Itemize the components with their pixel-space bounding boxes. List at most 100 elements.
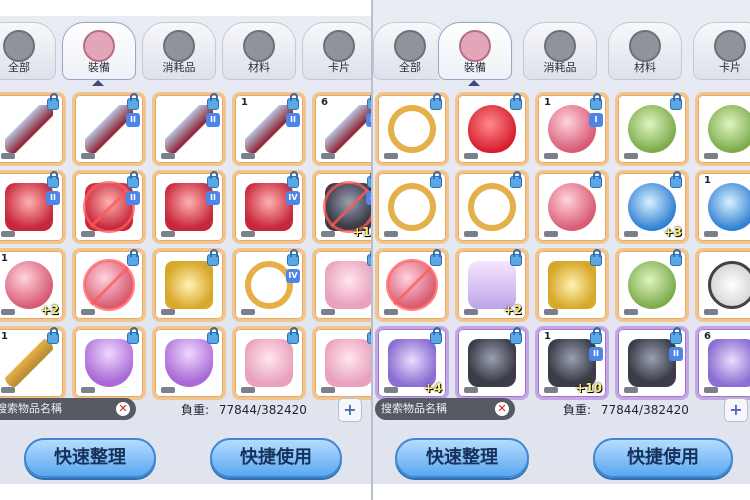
bottom-strip [373, 484, 750, 500]
pink-item-icon [325, 261, 372, 309]
inventory-slot[interactable]: II [0, 170, 66, 244]
inventory-slot[interactable] [455, 326, 529, 400]
tier-badge: II [206, 113, 220, 127]
inventory-slot[interactable] [232, 326, 306, 400]
equipment-slot-icon [384, 387, 398, 393]
equipment-slot-icon [1, 309, 15, 315]
inventory-slot[interactable]: 6 [695, 326, 750, 400]
lock-shackle-icon [673, 327, 681, 335]
inventory-slot[interactable] [152, 248, 226, 322]
expand-inventory-button[interactable]: + [338, 398, 362, 422]
pink-item-icon [325, 339, 372, 387]
quick-sort-button[interactable]: 快速整理 [24, 438, 156, 478]
armor-item-icon [245, 183, 293, 231]
quick-sort-button[interactable]: 快速整理 [395, 438, 529, 478]
inventory-slot[interactable]: 1 [0, 326, 66, 400]
tab-all-label: 全部 [8, 61, 30, 74]
tab-materials[interactable]: 材料 [222, 22, 296, 80]
inventory-slot[interactable] [0, 92, 66, 166]
inventory-slot[interactable] [375, 248, 449, 322]
search-input[interactable] [375, 398, 493, 420]
equipment-slot-icon [544, 309, 558, 315]
inventory-slot[interactable] [375, 92, 449, 166]
close-icon[interactable]: ✕ [495, 402, 509, 416]
tab-equipment[interactable]: 裝備 [438, 22, 512, 80]
lock-shackle-icon [433, 327, 441, 335]
lock-icon [127, 327, 139, 344]
lock-shackle-icon [50, 171, 58, 179]
inventory-slot[interactable]: 6II [312, 92, 372, 166]
inventory-slot[interactable]: +2 [455, 248, 529, 322]
equipment-slot-icon [321, 309, 335, 315]
inventory-slot[interactable]: 1 II [232, 92, 306, 166]
inventory-slot[interactable]: II [72, 170, 146, 244]
helmet-icon [394, 30, 426, 62]
inventory-slot[interactable] [72, 248, 146, 322]
lock-icon [430, 171, 442, 188]
inventory-slot[interactable] [72, 326, 146, 400]
lock-shackle-icon [513, 327, 521, 335]
tab-consumables[interactable]: 消耗品 [523, 22, 597, 80]
inventory-slot[interactable]: 1 [695, 170, 750, 244]
inventory-slot[interactable] [455, 92, 529, 166]
inventory-slot[interactable]: IV [232, 248, 306, 322]
quick-use-button[interactable]: 快捷使用 [593, 438, 733, 478]
inventory-slot[interactable]: II [152, 170, 226, 244]
inventory-slot[interactable]: 1 +2 [0, 248, 66, 322]
green-item-icon [628, 105, 676, 153]
tier-badge: II [206, 191, 220, 205]
equipment-slot-icon [624, 231, 638, 237]
lock-shackle-icon [290, 327, 298, 335]
tab-all[interactable]: 全部 [0, 22, 56, 80]
tab-cards[interactable]: 卡片 [302, 22, 372, 80]
equipment-slot-icon [241, 387, 255, 393]
tab-equipment[interactable]: 裝備 [62, 22, 136, 80]
equipment-slot-icon [161, 387, 175, 393]
inventory-slot[interactable] [695, 92, 750, 166]
lock-shackle-icon [673, 171, 681, 179]
inventory-slot[interactable] [375, 170, 449, 244]
dark-item-icon [628, 339, 676, 387]
tab-all[interactable]: 全部 [373, 22, 447, 80]
inventory-slot[interactable] [615, 248, 689, 322]
tab-cards[interactable]: 卡片 [693, 22, 750, 80]
item-count: 1 [704, 175, 711, 186]
expand-inventory-button[interactable]: + [724, 398, 748, 422]
lock-shackle-icon [50, 327, 58, 335]
close-icon[interactable]: ✕ [116, 402, 130, 416]
inventory-slot[interactable]: IV [232, 170, 306, 244]
inventory-slot[interactable]: II [615, 326, 689, 400]
lock-icon [510, 249, 522, 266]
inventory-slot[interactable] [695, 248, 750, 322]
equipment-slot-icon [704, 153, 718, 159]
lock-icon [510, 93, 522, 110]
inventory-slot[interactable]: II [72, 92, 146, 166]
inventory-slot[interactable] [535, 170, 609, 244]
lock-shackle-icon [593, 327, 601, 335]
tab-consumables-label: 消耗品 [162, 61, 196, 74]
quick-use-button[interactable]: 快捷使用 [210, 438, 342, 478]
tier-badge: II [126, 191, 140, 205]
inventory-slot[interactable] [535, 248, 609, 322]
inventory-slot[interactable] [312, 326, 372, 400]
inventory-slot[interactable] [152, 326, 226, 400]
equipment-slot-icon [241, 231, 255, 237]
inventory-slot[interactable]: II [152, 92, 226, 166]
inventory-slot[interactable]: +3 [615, 170, 689, 244]
refine-level: +4 [423, 381, 442, 395]
lock-shackle-icon [50, 93, 58, 101]
inventory-slot[interactable]: 4+11 [312, 170, 372, 244]
inventory-slot[interactable] [455, 170, 529, 244]
inventory-slot[interactable] [312, 248, 372, 322]
unusable-icon [83, 181, 135, 233]
tab-materials[interactable]: 材料 [608, 22, 682, 80]
equipment-slot-icon [464, 309, 478, 315]
inventory-slot[interactable] [615, 92, 689, 166]
inventory-slot[interactable]: 1 II +10 [535, 326, 609, 400]
search-input[interactable] [0, 398, 114, 420]
inventory-slot[interactable]: 1I [535, 92, 609, 166]
tab-consumables[interactable]: 消耗品 [142, 22, 216, 80]
lock-icon [670, 327, 682, 344]
lock-icon [430, 93, 442, 110]
inventory-slot[interactable]: +4 [375, 326, 449, 400]
